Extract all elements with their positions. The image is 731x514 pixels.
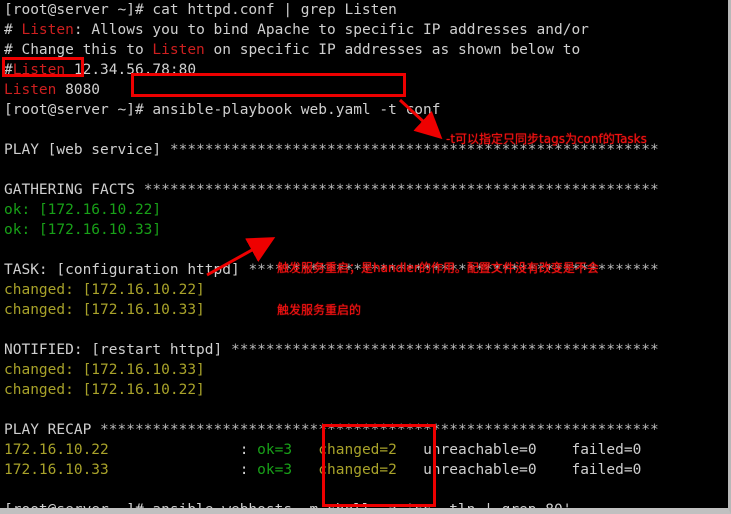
terminal-line: Listen 8080 xyxy=(4,80,728,100)
annotation-handler-note-line2: 触发服务重启的 xyxy=(277,303,362,317)
terminal-span: ok=3 xyxy=(257,462,293,478)
terminal-span: 172.16.10.22 xyxy=(4,442,109,458)
terminal-span: # xyxy=(4,22,22,38)
terminal-span: Listen xyxy=(152,42,205,58)
terminal-span: # Change this to xyxy=(4,42,153,58)
terminal-window: [root@server ~]# cat httpd.conf | grep L… xyxy=(0,0,731,514)
terminal-span: changed: [172.16.10.33] xyxy=(4,362,205,378)
terminal-line: 172.16.10.33 : ok=3 changed=2 unreachabl… xyxy=(4,460,728,480)
terminal-line: changed: [172.16.10.33] xyxy=(4,360,728,380)
terminal-span: unreachable=0 failed=0 xyxy=(396,442,642,458)
annotation-handler-note: 触发服务重启；是handler的作用。配置文件没有改变是不会 触发服务重启的 xyxy=(277,233,599,345)
terminal-line: [root@server ~]# ansible webhosts -m she… xyxy=(4,500,728,514)
terminal-span: changed: [172.16.10.33] xyxy=(4,302,205,318)
terminal-span: 8080 xyxy=(56,82,101,98)
terminal-span: Listen xyxy=(21,22,74,38)
terminal-line: PLAY RECAP *****************************… xyxy=(4,420,728,440)
terminal-span: changed: [172.16.10.22] xyxy=(4,282,205,298)
terminal-line: #Listen 12.34.56.78:80 xyxy=(4,60,728,80)
terminal-line: [root@server ~]# cat httpd.conf | grep L… xyxy=(4,0,728,20)
terminal-span: ok: [172.16.10.22] xyxy=(4,202,162,218)
terminal-line: GATHERING FACTS ************************… xyxy=(4,180,728,200)
terminal-line: changed: [172.16.10.22] xyxy=(4,380,728,400)
terminal-span: NOTIFIED: [restart httpd] xyxy=(4,342,231,358)
terminal-span: TASK: [configuration httpd] xyxy=(4,262,249,278)
terminal-span xyxy=(292,442,318,458)
annotation-handler-note-line1: 触发服务重启；是handler的作用。配置文件没有改变是不会 xyxy=(277,261,599,275)
terminal-span: [root@server ~]# xyxy=(4,2,153,18)
terminal-span: : Allows you to bind Apache to specific … xyxy=(73,22,589,38)
terminal-span xyxy=(292,462,318,478)
terminal-span: ansible-playbook web.yaml -t conf xyxy=(152,102,441,118)
terminal-span: cat httpd.conf | grep Listen xyxy=(152,2,397,18)
terminal-span: [root@server ~]# xyxy=(4,102,153,118)
terminal-span: GATHERING FACTS xyxy=(4,182,144,198)
terminal-span: PLAY RECAP xyxy=(4,422,101,438)
terminal-span: PLAY [web service] xyxy=(4,142,170,158)
terminal-span: : xyxy=(108,462,258,478)
terminal-span: Listen xyxy=(4,82,57,98)
terminal-span: [root@server ~]# ansible webhosts -m she… xyxy=(4,502,572,514)
terminal-span: ****************************************… xyxy=(100,422,659,438)
terminal-span: changed=2 xyxy=(318,462,397,478)
terminal-line: ok: [172.16.10.22] xyxy=(4,200,728,220)
terminal-line: # Change this to Listen on specific IP a… xyxy=(4,40,728,60)
terminal-span: changed: [172.16.10.22] xyxy=(4,382,205,398)
terminal-span: changed=2 xyxy=(318,442,397,458)
terminal-span: ok=3 xyxy=(257,442,293,458)
terminal-line: 172.16.10.22 : ok=3 changed=2 unreachabl… xyxy=(4,440,728,460)
terminal-span: # xyxy=(4,62,13,78)
terminal-line: # Listen: Allows you to bind Apache to s… xyxy=(4,20,728,40)
annotation-tags-note: -t可以指定只同步tags为conf的Tasks xyxy=(446,132,647,146)
terminal-span: : xyxy=(108,442,258,458)
terminal-span: unreachable=0 failed=0 xyxy=(396,462,642,478)
terminal-span: 12.34.56.78:80 xyxy=(65,62,197,78)
terminal-span: Listen xyxy=(12,62,66,78)
terminal-span: ok: [172.16.10.33] xyxy=(4,222,162,238)
terminal-span: 172.16.10.33 xyxy=(4,462,109,478)
terminal-span: ****************************************… xyxy=(143,182,659,198)
terminal-span: on specific IP addresses as shown below … xyxy=(204,42,581,58)
terminal-line: [root@server ~]# ansible-playbook web.ya… xyxy=(4,100,728,120)
